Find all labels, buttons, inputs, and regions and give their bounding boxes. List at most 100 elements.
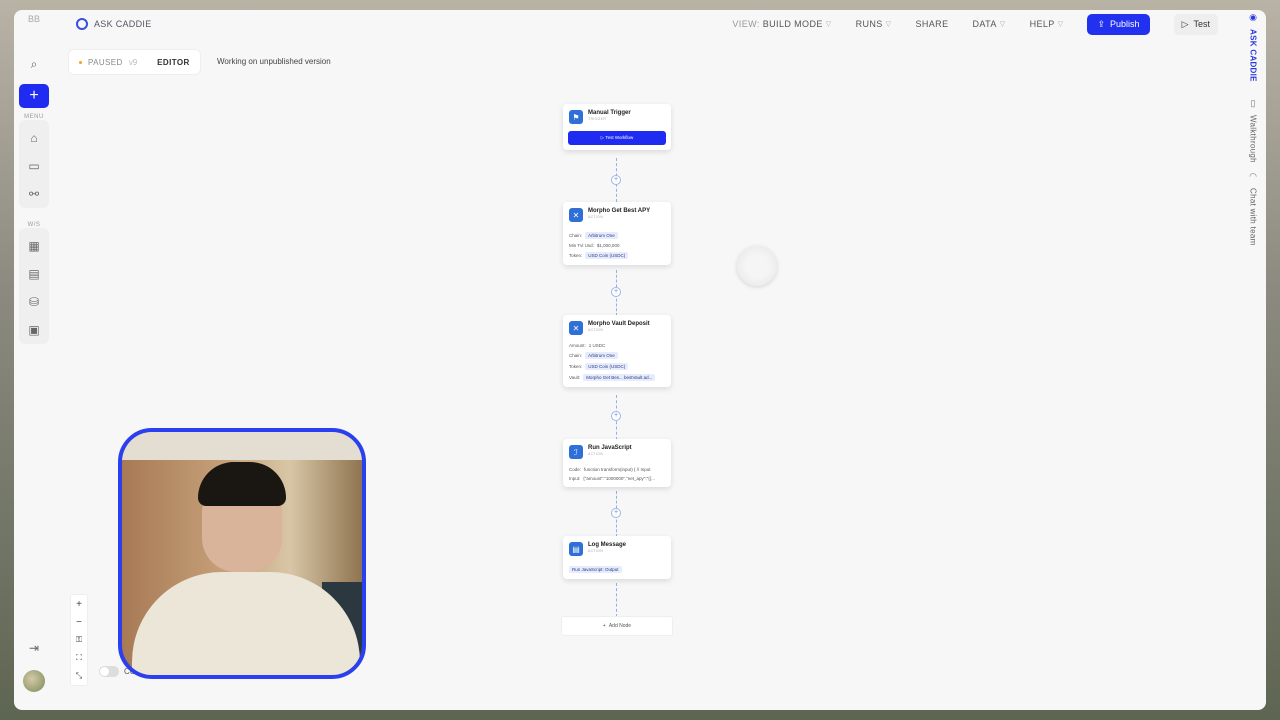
ask-caddie-tab[interactable]: ASK CADDIE bbox=[1249, 29, 1258, 82]
add-step-button[interactable]: + bbox=[611, 175, 621, 185]
test-workflow-button[interactable]: ▷ Test Workflow bbox=[568, 131, 666, 145]
node-title: Log Message bbox=[588, 542, 627, 548]
add-step-button[interactable]: + bbox=[611, 287, 621, 297]
new-workflow-button[interactable]: + bbox=[19, 84, 49, 108]
fit-view-icon[interactable]: ⛶ bbox=[76, 649, 82, 667]
status-bar: PAUSED v9 EDITOR bbox=[68, 49, 201, 75]
search-icon[interactable]: ⌕ bbox=[20, 52, 48, 76]
document-icon[interactable]: ▤ bbox=[20, 262, 48, 286]
tab-editor[interactable]: EDITOR bbox=[157, 58, 189, 67]
chain-chip: Arbitrum One bbox=[585, 352, 618, 359]
workflow-icon[interactable]: ⚯ bbox=[20, 182, 48, 206]
view-mode-dropdown[interactable]: VIEW: BUILD MODE ▽ bbox=[732, 19, 831, 29]
add-step-button[interactable]: + bbox=[611, 508, 621, 518]
right-rail: ◉ ASK CADDIE ▯ Walkthrough ◠ Chat with t… bbox=[1242, 10, 1264, 710]
database-icon[interactable]: ⛁ bbox=[20, 290, 48, 314]
top-bar: ASK CADDIE VIEW: BUILD MODE ▽ RUNS ▽ SHA… bbox=[54, 10, 1226, 38]
caddie-logo-icon bbox=[76, 18, 88, 30]
lock-icon[interactable]: ⚿ bbox=[76, 631, 82, 649]
node-heading: Morpho Vault Deposit ACTION bbox=[588, 321, 650, 332]
code-icon: ℐ bbox=[569, 445, 583, 459]
field-value: 1 USDC bbox=[588, 343, 606, 348]
node-manual-trigger[interactable]: ⚑ Manual Trigger TRIGGER ▷ Test Workflow bbox=[563, 104, 671, 150]
field-label: Chain: bbox=[569, 353, 583, 358]
log-icon: ▤ bbox=[569, 542, 583, 556]
node-run-javascript[interactable]: ℐ Run JavaScript ACTION Code: function tr… bbox=[563, 439, 671, 487]
node-morpho-vault-deposit[interactable]: ✕ Morpho Vault Deposit ACTION Amount: 1 U… bbox=[563, 315, 671, 387]
runs-label: RUNS bbox=[855, 19, 883, 29]
help-label: HELP bbox=[1029, 19, 1055, 29]
cursor-highlight bbox=[737, 246, 777, 286]
share-label: SHARE bbox=[915, 19, 949, 29]
field-label: Token: bbox=[569, 253, 583, 258]
version-label: v9 bbox=[128, 57, 138, 67]
node-type: ACTION bbox=[588, 215, 604, 219]
view-value: BUILD MODE bbox=[762, 19, 823, 29]
field-label: Amount: bbox=[569, 343, 586, 348]
app-logo: BB bbox=[27, 14, 40, 24]
toggle-switch[interactable] bbox=[99, 666, 119, 677]
collapse-sidebar-icon[interactable]: ⇥ bbox=[20, 636, 48, 660]
field-label: Vault: bbox=[569, 375, 581, 380]
node-type: ACTION bbox=[588, 549, 604, 553]
data-menu[interactable]: DATA ▽ bbox=[972, 19, 1005, 29]
field-label: Token: bbox=[569, 364, 583, 369]
ws-group: ▦ ▤ ⛁ ▣ bbox=[19, 228, 49, 344]
publish-button[interactable]: ⇪ Publish bbox=[1087, 13, 1150, 35]
upload-icon: ⇪ bbox=[1097, 18, 1106, 29]
runs-menu[interactable]: RUNS ▽ bbox=[856, 19, 892, 29]
node-log-message[interactable]: ▤ Log Message ACTION Run JavaScript: Out… bbox=[563, 536, 671, 579]
auto-layout-icon[interactable]: ⤡ bbox=[76, 667, 82, 685]
test-button[interactable]: ▷ Test bbox=[1173, 13, 1218, 35]
field-amount: Amount: 1 USDC bbox=[563, 341, 671, 350]
node-header: ✕ Morpho Get Best APY ACTION bbox=[563, 202, 671, 226]
status-dot bbox=[79, 60, 82, 64]
field-label: Chain: bbox=[569, 233, 583, 238]
field-chain: Chain: Arbitrum One bbox=[563, 350, 671, 361]
sidebar: BB ⌕ + MENU ⌂ ▭ ⚯ W/S ▦ ▤ ⛁ ▣ ⇥ bbox=[16, 10, 52, 710]
field-value: $1,000,000 bbox=[596, 243, 620, 248]
home-icon[interactable]: ⌂ bbox=[20, 126, 48, 150]
field-min-tvl: Min Tvl Usd: $1,000,000 bbox=[563, 241, 671, 250]
caddie-icon: ◉ bbox=[1249, 12, 1257, 22]
grid-icon[interactable]: ▦ bbox=[20, 234, 48, 258]
headset-icon: ◠ bbox=[1249, 170, 1257, 181]
add-step-button[interactable]: + bbox=[611, 411, 621, 421]
chat-with-team-tab[interactable]: Chat with team bbox=[1249, 188, 1258, 246]
trigger-icon: ⚑ bbox=[569, 110, 583, 124]
webcam-person-hair bbox=[198, 462, 286, 506]
chevron-down-icon: ▽ bbox=[1057, 21, 1064, 28]
node-title: Morpho Get Best APY bbox=[588, 208, 651, 214]
walkthrough-tab[interactable]: Walkthrough bbox=[1249, 115, 1258, 163]
field-label: Input: bbox=[569, 476, 581, 481]
share-menu[interactable]: SHARE bbox=[915, 19, 948, 29]
node-heading: Morpho Get Best APY ACTION bbox=[588, 208, 650, 219]
chain-chip: Arbitrum One bbox=[585, 232, 618, 239]
play-icon: ▷ bbox=[1181, 18, 1189, 29]
field-token: Token: USD Coin (USDC) bbox=[563, 250, 671, 265]
test-workflow-label: Test Workflow bbox=[605, 135, 634, 140]
field-value: function transform(input) { // Input bbox=[584, 467, 651, 472]
add-node-button[interactable]: + Add Node bbox=[561, 616, 673, 636]
node-header: ⚑ Manual Trigger TRIGGER bbox=[563, 104, 671, 128]
output-chip: Run JavaScript: Output bbox=[569, 566, 622, 573]
field-code: Code: function transform(input) { // Inpu… bbox=[563, 465, 671, 474]
node-morpho-get-best-apy[interactable]: ✕ Morpho Get Best APY ACTION Chain: Arbit… bbox=[563, 202, 671, 265]
archive-icon[interactable]: ▣ bbox=[20, 318, 48, 342]
publish-label: Publish bbox=[1110, 18, 1140, 29]
chevron-down-icon: ▽ bbox=[999, 21, 1006, 28]
zoom-out-icon[interactable]: − bbox=[76, 613, 82, 631]
node-title: Run JavaScript bbox=[588, 445, 632, 451]
avatar[interactable] bbox=[23, 670, 45, 692]
node-type: ACTION bbox=[588, 328, 604, 332]
folder-icon[interactable]: ▭ bbox=[20, 154, 48, 178]
brand[interactable]: ASK CADDIE bbox=[76, 18, 152, 30]
vault-chip: Morpho Get Bes... bestVault.ad... bbox=[583, 374, 656, 381]
field-value: {"amount":"1000000","net_apy":"{{... bbox=[583, 476, 655, 481]
field-vault: Vault: Morpho Get Bes... bestVault.ad... bbox=[563, 372, 671, 387]
node-title: Morpho Vault Deposit bbox=[588, 321, 650, 327]
help-menu[interactable]: HELP ▽ bbox=[1030, 19, 1064, 29]
zoom-in-icon[interactable]: + bbox=[76, 595, 82, 613]
add-node-label: Add Node bbox=[608, 623, 632, 629]
node-title: Manual Trigger bbox=[588, 110, 631, 116]
